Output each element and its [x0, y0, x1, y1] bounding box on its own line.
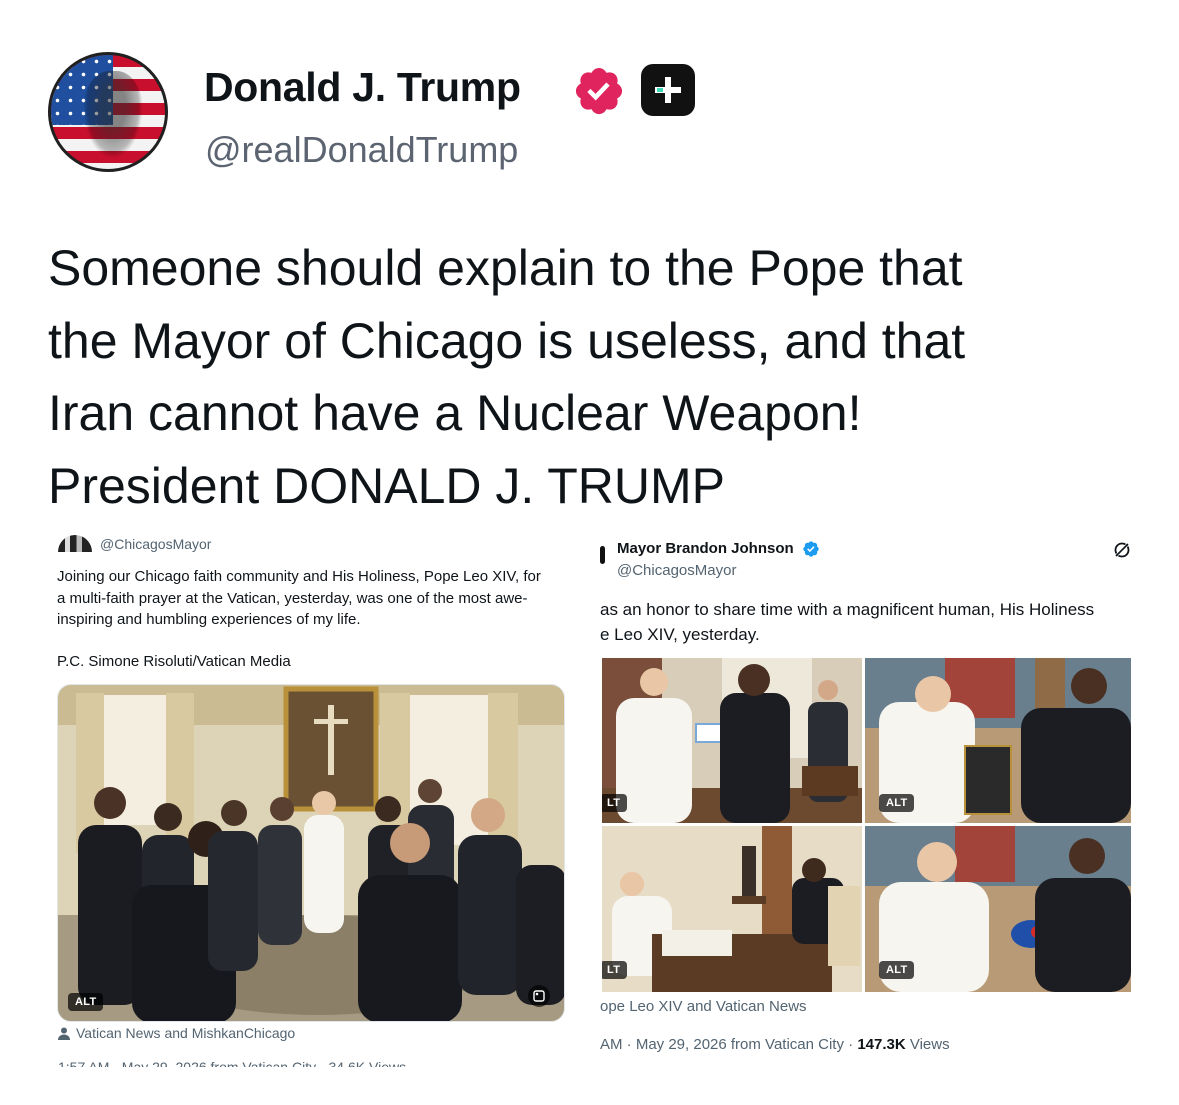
photo-pope-with-cubs-hat[interactable]: ALT: [865, 826, 1131, 992]
blue-verified-icon: [803, 541, 819, 557]
left-embed-meta: 1:57 AM · May 29, 2026 from Vatican City…: [58, 1059, 407, 1067]
post-text-line: Someone should explain to the Pope that: [48, 240, 963, 296]
post-text: Someone should explain to the Pope that …: [48, 232, 1148, 522]
author-handle[interactable]: @realDonaldTrump: [205, 129, 518, 171]
left-embed-body: Joining our Chicago faith community and …: [57, 566, 577, 631]
left-embed-body-line: Joining our Chicago faith community and …: [57, 568, 541, 585]
vatican-prayer-photo: ALT: [57, 684, 565, 1022]
verified-badge-icon: [575, 67, 623, 115]
vatican-prayer-illustration: [58, 685, 564, 1021]
left-embed-body-line: a multi-faith prayer at the Vatican, yes…: [57, 589, 528, 607]
right-embed-attribution: ope Leo XIV and Vatican News: [600, 998, 807, 1015]
person-icon: [58, 1027, 70, 1040]
avatar-portrait: [83, 71, 143, 159]
alt-badge[interactable]: LT: [602, 794, 628, 812]
right-embed-meta: AM · May 29, 2026 from Vatican City · 14…: [600, 1036, 950, 1053]
author-name[interactable]: Donald J. Trump: [204, 64, 521, 111]
author-avatar[interactable]: [48, 52, 168, 172]
grok-icon[interactable]: [1112, 540, 1132, 560]
photo-pope-at-desk[interactable]: LT: [602, 826, 862, 992]
image-options-icon[interactable]: [528, 985, 550, 1007]
alt-badge[interactable]: ALT: [879, 794, 915, 812]
left-embed-body-line: inspiring and humbling experiences of my…: [57, 611, 361, 628]
right-embed-body: as an honor to share time with a magnifi…: [600, 597, 1160, 647]
right-embed-body-line: e Leo XIV, yesterday.: [600, 625, 760, 644]
post-text-line: the Mayor of Chicago is useless, and tha…: [48, 312, 966, 369]
left-embed-attribution: Vatican News and MishkanChicago: [58, 1025, 295, 1041]
right-embed-handle: @ChicagosMayor: [617, 562, 737, 579]
right-embedded-screenshot[interactable]: Mayor Brandon Johnson @ChicagosMayor as …: [596, 520, 1179, 1080]
alt-badge[interactable]: ALT: [879, 961, 915, 979]
photo-credit: P.C. Simone Risoluti/Vatican Media: [57, 653, 291, 670]
chicago-mayor-avatar: [58, 535, 92, 552]
photo-grid[interactable]: LT ALT LT ALT: [602, 658, 1131, 992]
left-embedded-screenshot[interactable]: @ChicagosMayor Joining our Chicago faith…: [0, 520, 590, 1080]
post-text-line: Iran cannot have a Nuclear Weapon!: [48, 385, 862, 441]
plus-badge-icon: [641, 64, 695, 116]
alt-badge[interactable]: ALT: [68, 993, 104, 1011]
alt-badge[interactable]: LT: [602, 961, 628, 979]
views-count: 147.3K: [857, 1036, 906, 1053]
right-embed-name: Mayor Brandon Johnson: [617, 540, 794, 557]
post-text-line: President DONALD J. TRUMP: [48, 457, 726, 514]
photo-pope-with-plaque[interactable]: ALT: [865, 658, 1131, 823]
views-label: Views: [905, 1036, 950, 1053]
photo-illustration: [602, 658, 862, 823]
mayor-avatar: [600, 546, 605, 564]
photo-pope-with-mayor-card[interactable]: LT: [602, 658, 862, 823]
right-embed-body-line: as an honor to share time with a magnifi…: [600, 600, 1095, 619]
right-embed-meta-prefix: AM · May 29, 2026 from Vatican City ·: [600, 1036, 858, 1053]
left-embed-handle: @ChicagosMayor: [100, 536, 212, 552]
left-embed-attribution-text: Vatican News and MishkanChicago: [76, 1025, 296, 1041]
photo-illustration: [602, 826, 862, 992]
